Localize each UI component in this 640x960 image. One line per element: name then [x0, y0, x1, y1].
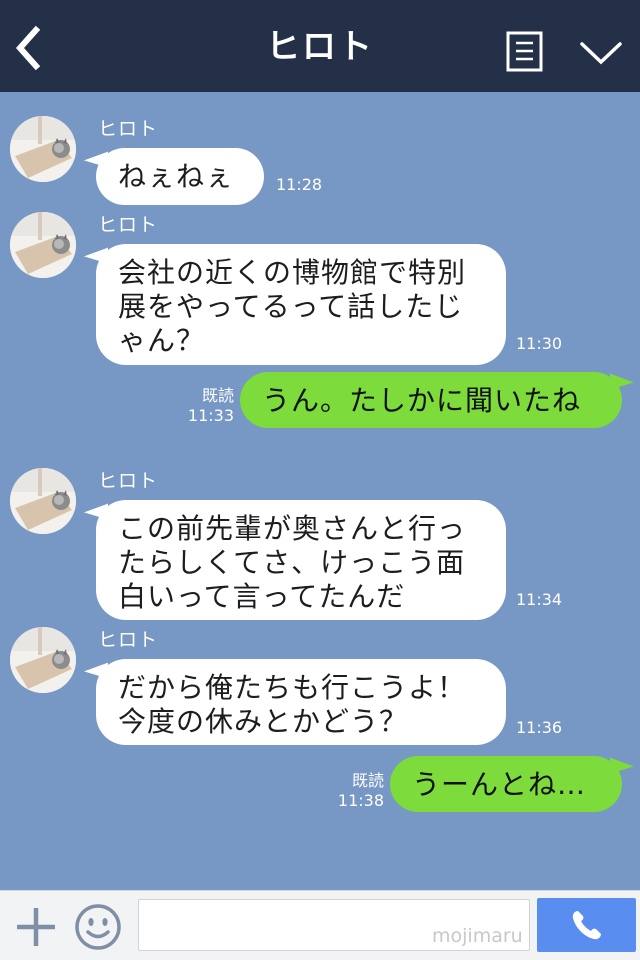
avatar-image: [10, 116, 76, 182]
message-line: 白いって言ってたんだ: [118, 580, 406, 613]
message-input-bar: mojimaru: [0, 890, 640, 960]
message-time: 11:28: [276, 175, 323, 194]
read-label: 既読: [201, 386, 234, 405]
sender-name: ヒロト: [98, 118, 159, 140]
phone-icon: [572, 911, 601, 940]
message-line: たらしくてさ、けっこう面: [118, 546, 466, 579]
read-receipt: 既読 11:38: [322, 771, 384, 811]
incoming-message-bubble[interactable]: ねぇねぇ: [96, 148, 264, 205]
avatar[interactable]: [10, 627, 76, 693]
emoji-button[interactable]: [74, 903, 122, 951]
message-line: ねぇねぇ: [118, 160, 235, 193]
back-button[interactable]: [6, 20, 52, 76]
message-time: 11:30: [516, 334, 563, 353]
menu-button[interactable]: [506, 31, 543, 72]
avatar[interactable]: [10, 468, 76, 534]
add-attachment-button[interactable]: [14, 905, 58, 949]
incoming-message-bubble[interactable]: この前先輩が奥さんと行っ たらしくてさ、けっこう面 白いって言ってたんだ: [96, 500, 506, 620]
avatar[interactable]: [10, 212, 76, 278]
list-icon: [506, 31, 543, 72]
message-time: 11:34: [516, 590, 563, 609]
message-line: うん。たしかに聞いたね: [262, 384, 582, 417]
message-time: 11:36: [516, 718, 563, 737]
message-line: ゃん？: [118, 324, 206, 357]
message-line: この前先輩が奥さんと行っ: [118, 512, 467, 545]
chat-title: ヒロト: [266, 27, 374, 67]
outgoing-message-bubble[interactable]: うん。たしかに聞いたね: [240, 372, 622, 428]
message-line: 展をやってるって話したじ: [118, 290, 464, 323]
read-receipt: 既読 11:33: [172, 386, 234, 426]
read-label: 既読: [351, 771, 384, 790]
plus-icon: [17, 908, 55, 946]
message-time: 11:33: [187, 406, 234, 425]
message-line: 今度の休みとかどう？: [118, 705, 409, 738]
message-input[interactable]: [138, 899, 530, 951]
chevron-left-icon: [15, 26, 41, 70]
message-line: 会社の近くの博物館で特別: [118, 256, 467, 289]
incoming-message-bubble[interactable]: だから俺たちも行こうよ！ 今度の休みとかどう？: [96, 659, 506, 745]
sender-name: ヒロト: [98, 629, 159, 651]
chat-screen: ヒロト ヒロト ねぇねぇ 11:28 ヒロト 会社の近くの博物館で特別 展をやっ…: [0, 0, 640, 960]
incoming-message-bubble[interactable]: 会社の近くの博物館で特別 展をやってるって話したじ ゃん？: [96, 244, 506, 365]
sender-name: ヒロト: [98, 470, 159, 492]
avatar-image: [10, 468, 76, 534]
avatar-image: [10, 212, 76, 278]
message-time: 11:38: [337, 791, 384, 810]
message-list[interactable]: ヒロト ねぇねぇ 11:28 ヒロト 会社の近くの博物館で特別 展をやってるって…: [0, 92, 640, 890]
expand-button[interactable]: [578, 34, 624, 72]
chevron-down-icon: [580, 42, 622, 65]
smiley-icon: [75, 904, 121, 950]
avatar[interactable]: [10, 116, 76, 182]
message-line: うーんとね…: [412, 768, 587, 801]
sender-name: ヒロト: [98, 214, 159, 236]
avatar-image: [10, 627, 76, 693]
outgoing-message-bubble[interactable]: うーんとね…: [390, 756, 622, 812]
message-line: だから俺たちも行こうよ！: [118, 671, 467, 704]
call-button[interactable]: [537, 898, 636, 952]
chat-header: ヒロト: [0, 0, 640, 92]
